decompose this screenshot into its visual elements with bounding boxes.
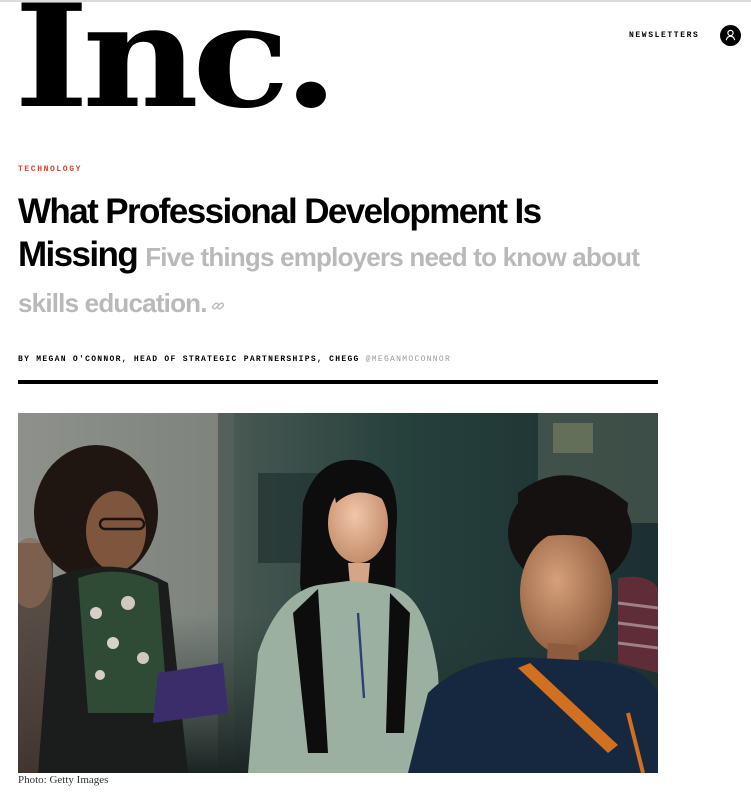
- account-button[interactable]: [720, 25, 741, 46]
- byline-author: BY MEGAN O'CONNOR, HEAD OF STRATEGIC PAR…: [18, 355, 360, 364]
- byline-divider: [18, 380, 658, 384]
- article-headline: What Professional Development Is Missing…: [18, 190, 658, 325]
- link-icon[interactable]: [211, 299, 225, 313]
- byline: BY MEGAN O'CONNOR, HEAD OF STRATEGIC PAR…: [18, 355, 451, 364]
- photo-caption: Photo: Getty Images: [18, 774, 109, 786]
- author-handle[interactable]: @MEGANMOCONNOR: [366, 355, 451, 364]
- newsletters-link[interactable]: NEWSLETTERS: [629, 31, 699, 40]
- category-tag[interactable]: TECHNOLOGY: [18, 165, 82, 174]
- hero-image: [18, 413, 658, 773]
- inc-logo[interactable]: Inc.: [14, 0, 339, 128]
- user-icon: [725, 29, 736, 41]
